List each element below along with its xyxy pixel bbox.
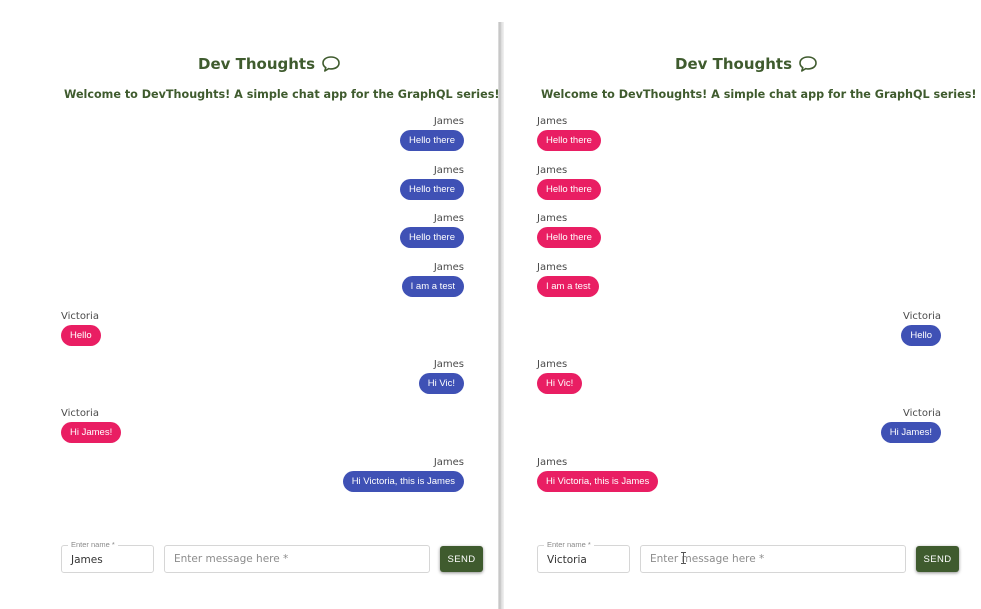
message-sender: James xyxy=(433,262,464,274)
name-field[interactable]: Enter name * James xyxy=(61,540,154,573)
message-item: James Hi Victoria, this is James xyxy=(61,455,464,504)
name-field-value[interactable]: Victoria xyxy=(547,553,587,567)
message-bubble: Hi James! xyxy=(61,422,122,444)
message-sender: James xyxy=(433,213,464,225)
speech-bubble-icon xyxy=(321,55,341,73)
message-sender: James xyxy=(537,213,568,225)
message-sender: James xyxy=(433,359,464,371)
message-item: Victoria Hello xyxy=(61,309,464,358)
message-sender: Victoria xyxy=(61,310,99,322)
message-item: James Hello there xyxy=(537,163,941,212)
app-title-text: Dev Thoughts xyxy=(675,55,793,73)
message-item: Victoria Hi James! xyxy=(537,406,941,455)
message-bubble: Hi Victoria, this is James xyxy=(537,470,659,492)
app-title: Dev Thoughts xyxy=(198,53,341,75)
message-bubble: Hello there xyxy=(537,178,601,200)
message-item: James Hi Victoria, this is James xyxy=(537,455,941,504)
message-item: Victoria Hi James! xyxy=(61,406,464,455)
message-bubble: I am a test xyxy=(401,276,464,298)
message-input[interactable] xyxy=(165,546,429,572)
name-field[interactable]: Enter name * Victoria xyxy=(537,540,630,573)
message-item: James Hello there xyxy=(61,163,464,212)
message-bubble: Hi Victoria, this is James xyxy=(342,470,464,492)
message-sender: James xyxy=(433,456,464,468)
message-field[interactable] xyxy=(640,545,906,573)
message-sender: Victoria xyxy=(61,408,99,420)
message-item: James Hi Vic! xyxy=(61,357,464,406)
message-list: James Hello there James Hello there Jame… xyxy=(537,114,941,504)
message-sender: James xyxy=(537,456,568,468)
message-item: James I am a test xyxy=(61,260,464,309)
message-item: James Hello there xyxy=(61,211,464,260)
message-bubble: Hello there xyxy=(400,130,464,151)
app-title: Dev Thoughts xyxy=(675,53,818,75)
send-button[interactable]: SEND xyxy=(440,546,483,572)
message-sender: James xyxy=(537,262,568,274)
message-sender: James xyxy=(537,359,568,371)
message-bubble: Hello xyxy=(61,324,101,346)
name-field-label: Enter name * xyxy=(68,540,118,550)
message-sender: James xyxy=(537,164,568,176)
text-cursor-icon xyxy=(681,552,686,564)
message-item: James Hello there xyxy=(537,114,941,163)
speech-bubble-icon xyxy=(798,55,818,73)
message-item: Victoria Hello xyxy=(537,309,941,358)
message-bubble: I am a test xyxy=(537,276,600,298)
message-field[interactable] xyxy=(164,545,430,573)
message-bubble: Hi Vic! xyxy=(537,373,583,395)
message-bubble: Hi Vic! xyxy=(418,373,464,395)
message-item: James I am a test xyxy=(537,260,941,309)
send-button[interactable]: SEND xyxy=(916,546,959,572)
message-bubble: Hello there xyxy=(400,227,464,249)
welcome-subtitle: Welcome to DevThoughts! A simple chat ap… xyxy=(541,88,977,101)
chat-window-left: Dev Thoughts Welcome to DevThoughts! A s… xyxy=(0,0,500,609)
message-sender: Victoria xyxy=(903,408,941,420)
message-bubble: Hello xyxy=(901,324,941,346)
message-item: James Hello there xyxy=(61,114,464,163)
message-item: James Hi Vic! xyxy=(537,357,941,406)
message-input[interactable] xyxy=(641,546,905,572)
message-item: James Hello there xyxy=(537,211,941,260)
message-sender: James xyxy=(433,116,464,127)
chat-window-right: Dev Thoughts Welcome to DevThoughts! A s… xyxy=(504,0,981,609)
name-field-label: Enter name * xyxy=(544,540,594,550)
message-sender: Victoria xyxy=(903,310,941,322)
message-bubble: Hello there xyxy=(400,178,464,200)
message-bubble: Hi James! xyxy=(880,422,941,444)
message-bubble: Hello there xyxy=(537,227,601,249)
app-title-text: Dev Thoughts xyxy=(198,55,316,73)
welcome-subtitle: Welcome to DevThoughts! A simple chat ap… xyxy=(64,88,500,101)
message-bubble: Hello there xyxy=(537,130,601,151)
message-sender: James xyxy=(537,116,568,127)
message-list: James Hello there James Hello there Jame… xyxy=(61,114,464,504)
name-field-value[interactable]: James xyxy=(71,553,103,567)
message-sender: James xyxy=(433,164,464,176)
